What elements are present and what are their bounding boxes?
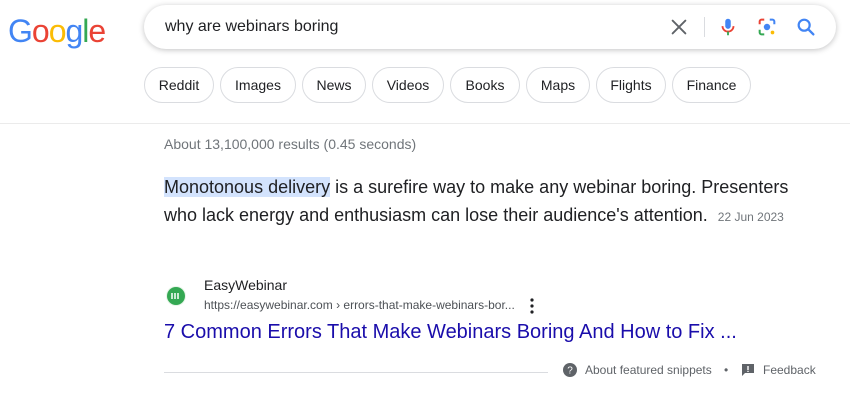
result-stats: About 13,100,000 results (0.45 seconds) <box>164 136 417 152</box>
snippet-highlight: Monotonous delivery <box>164 177 331 197</box>
logo-letter: G <box>8 13 33 49</box>
search-divider <box>704 17 705 37</box>
about-label: About featured snippets <box>585 363 712 377</box>
logo-letter: o <box>31 13 50 49</box>
google-logo[interactable]: Google <box>8 13 106 50</box>
chip-books[interactable]: Books <box>450 67 520 103</box>
chip-news[interactable]: News <box>302 67 366 103</box>
chip-finance[interactable]: Finance <box>672 67 751 103</box>
lens-icon[interactable] <box>756 16 778 38</box>
feedback-link[interactable]: Feedback <box>741 363 816 377</box>
help-icon: ? <box>563 363 577 377</box>
logo-letter: o <box>48 13 67 49</box>
footer-separator: • <box>724 363 729 377</box>
search-input[interactable]: why are webinars boring <box>165 18 338 36</box>
result-title-link[interactable]: 7 Common Errors That Make Webinars Borin… <box>164 321 737 344</box>
logo-letter: g <box>65 13 83 49</box>
search-bar[interactable]: why are webinars boring <box>144 5 836 49</box>
snippet-date: 22 Jun 2023 <box>717 210 784 224</box>
feedback-icon <box>742 364 754 376</box>
footer-divider <box>164 372 548 373</box>
clear-icon[interactable] <box>668 16 690 38</box>
header-divider <box>0 123 850 124</box>
source-name[interactable]: EasyWebinar <box>204 277 287 293</box>
search-icon[interactable] <box>795 16 817 38</box>
about-featured-snippets-link[interactable]: ? About featured snippets <box>563 363 712 377</box>
easywebinar-favicon-icon[interactable] <box>166 286 186 306</box>
feedback-label: Feedback <box>763 363 816 377</box>
site-favicon-icon <box>167 287 185 305</box>
featured-snippet-text: Monotonous delivery is a surefire way to… <box>164 173 824 231</box>
more-options-icon[interactable] <box>527 297 537 315</box>
chip-reddit[interactable]: Reddit <box>144 67 214 103</box>
source-url[interactable]: https://easywebinar.com › errors-that-ma… <box>204 298 515 312</box>
chip-videos[interactable]: Videos <box>372 67 444 103</box>
logo-letter: e <box>88 13 106 49</box>
chip-images[interactable]: Images <box>220 67 296 103</box>
chip-maps[interactable]: Maps <box>526 67 590 103</box>
microphone-icon[interactable] <box>717 16 739 38</box>
svg-text:?: ? <box>567 366 573 377</box>
chip-flights[interactable]: Flights <box>596 67 666 103</box>
